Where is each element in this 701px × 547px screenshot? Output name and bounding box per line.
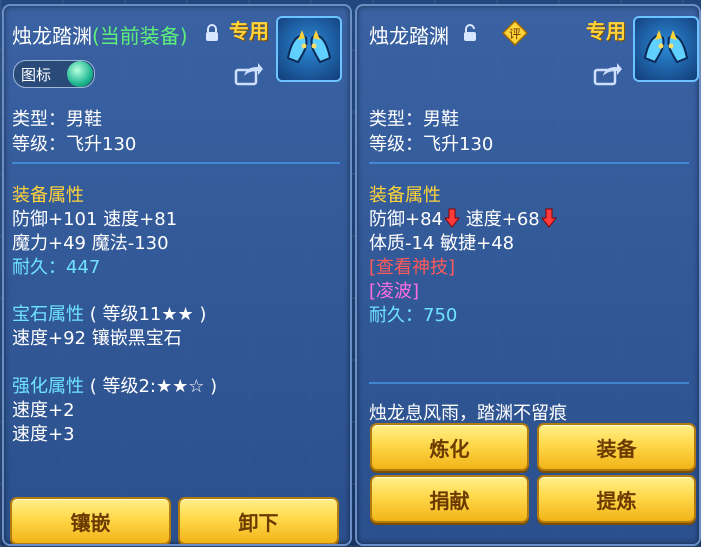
divider xyxy=(369,162,689,164)
share-icon[interactable] xyxy=(234,62,264,90)
view-skill-link[interactable]: [查看神技] xyxy=(369,253,455,279)
item-title: 烛龙踏渊 xyxy=(369,24,449,48)
lock-open-icon[interactable] xyxy=(463,24,479,46)
share-icon[interactable] xyxy=(593,62,623,90)
item-title: 烛龙踏渊(当前装备) xyxy=(12,20,188,49)
equip-button[interactable]: 装备 xyxy=(537,423,696,471)
item-name: 烛龙踏渊 xyxy=(12,24,92,48)
item-type: 类型：男鞋 xyxy=(12,109,102,130)
equip-attr-header: 装备属性 xyxy=(12,185,84,206)
icon-toggle-label: 图标 xyxy=(21,66,52,84)
item-level: 等级：飞升130 xyxy=(369,134,494,155)
inlay-button[interactable]: 镶嵌 xyxy=(10,497,171,544)
compare-equipment-panel: 烛龙踏渊 评 专用 类型：男鞋 等级：飞升130 装备属性 防御+84 速度+6… xyxy=(355,4,701,546)
equip-stat-line: 魔力+49 魔法-130 xyxy=(12,233,169,254)
donate-button[interactable]: 捐献 xyxy=(370,475,529,523)
durability-value: 447 xyxy=(66,257,101,278)
enhance-attr-header: 强化属性 ( 等级2:★★☆ ) xyxy=(12,372,217,398)
ping-badge-icon[interactable]: 评 xyxy=(501,19,529,50)
durability: 耐久：750 xyxy=(369,301,457,327)
enhance-stat-line: 速度+3 xyxy=(12,424,75,445)
ping-label: 评 xyxy=(509,27,521,41)
durability: 耐久：447 xyxy=(12,253,100,279)
special-effect-link[interactable]: [凌波] xyxy=(369,277,419,303)
enhance-stat-line: 速度+2 xyxy=(12,400,75,421)
durability-value: 750 xyxy=(423,305,458,326)
divider xyxy=(12,162,340,164)
item-type: 类型：男鞋 xyxy=(369,109,459,130)
enhance-level: ( 等级2:★★☆ ) xyxy=(89,376,218,397)
exclusive-label: 专用 xyxy=(586,19,626,43)
equip-stat-line: 体质-14 敏捷+48 xyxy=(369,233,515,254)
down-arrow-icon xyxy=(540,208,557,233)
gem-attr-header: 宝石属性 ( 等级11★★ ) xyxy=(12,300,206,326)
item-shoe-icon[interactable] xyxy=(276,16,342,82)
icon-toggle[interactable]: 图标 xyxy=(13,60,95,88)
current-equipment-panel: 烛龙踏渊(当前装备) 专用 图标 类型：男鞋 等级：飞升130 装备属性 防御+… xyxy=(2,4,352,546)
refine-button[interactable]: 炼化 xyxy=(370,423,529,471)
divider xyxy=(369,382,689,384)
item-level: 等级：飞升130 xyxy=(12,134,137,155)
flavor-text: 烛龙息风雨，踏渊不留痕 xyxy=(369,403,567,424)
lock-closed-icon[interactable] xyxy=(205,24,219,46)
durability-label: 耐久： xyxy=(369,305,423,326)
item-shoe-icon[interactable] xyxy=(633,16,699,82)
defense-stat: 防御+84 xyxy=(369,209,443,230)
speed-stat: 速度+68 xyxy=(465,209,540,230)
exclusive-label: 专用 xyxy=(229,19,269,43)
current-equipped-tag: (当前装备) xyxy=(92,24,188,48)
gem-level: ( 等级11★★ ) xyxy=(89,304,207,325)
gem-header-label: 宝石属性 xyxy=(12,304,84,325)
enhance-header-label: 强化属性 xyxy=(12,376,84,397)
gem-stat-line: 速度+92 镶嵌黑宝石 xyxy=(12,328,182,349)
equip-stat-line: 防御+101 速度+81 xyxy=(12,209,178,230)
extract-button[interactable]: 提炼 xyxy=(537,475,696,523)
unequip-button[interactable]: 卸下 xyxy=(178,497,339,544)
durability-label: 耐久： xyxy=(12,257,66,278)
equip-attr-header: 装备属性 xyxy=(369,185,441,206)
toggle-knob xyxy=(67,61,93,87)
